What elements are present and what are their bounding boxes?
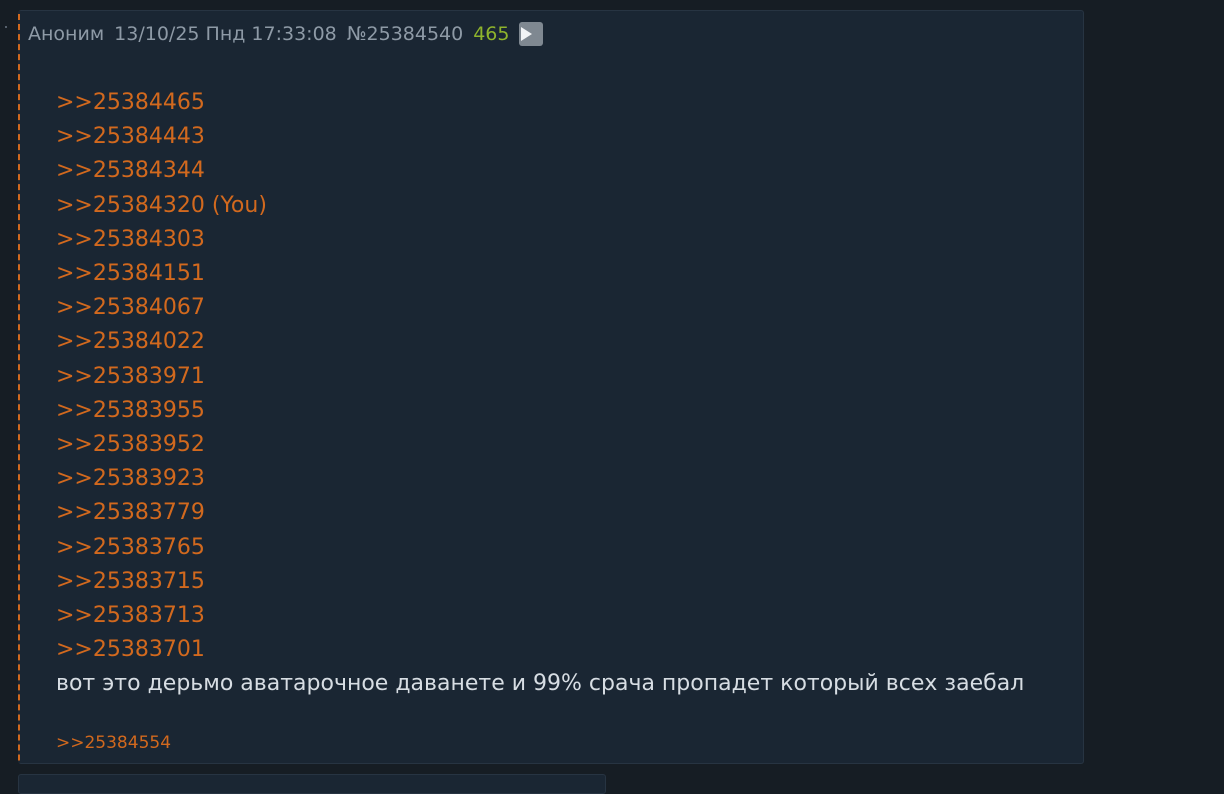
reply-link[interactable]: >>25384443 [56,120,267,154]
reply-link[interactable]: >>25383765 [56,531,267,565]
reply-link[interactable]: >>25383971 [56,360,267,394]
reply-link[interactable]: >>25383701 [56,633,267,667]
post-message: вот это дерьмо аватарочное даванете и 99… [56,671,1025,696]
next-post [18,774,606,794]
reply-link[interactable]: >>25384465 [56,86,267,120]
reply-link[interactable]: >>25383955 [56,394,267,428]
play-icon [520,27,533,41]
reply-link[interactable]: >>25384022 [56,325,267,359]
reply-link[interactable]: >>25384320 (You) [56,189,267,223]
reply-link[interactable]: >>25384303 [56,223,267,257]
post-header: Аноним 13/10/25 Пнд 17:33:08 №25384540 4… [28,21,544,47]
post-number[interactable]: №25384540 [347,23,463,45]
reply-links: >>25384465 >>25384443 >>25384344 >>25384… [56,86,267,667]
backlink[interactable]: >>25384554 [56,731,171,755]
post-marker-dot [5,26,7,28]
post: Аноним 13/10/25 Пнд 17:33:08 №25384540 4… [18,10,1084,764]
reply-link[interactable]: >>25383713 [56,599,267,633]
reply-link[interactable]: >>25383923 [56,462,267,496]
reply-link[interactable]: >>25384067 [56,291,267,325]
post-author: Аноним [28,23,105,45]
reply-link[interactable]: >>25384151 [56,257,267,291]
post-datetime: 13/10/25 Пнд 17:33:08 [114,23,337,45]
reply-link[interactable]: >>25383715 [56,565,267,599]
post-count: 465 [473,23,510,45]
reply-link[interactable]: >>25383779 [56,496,267,530]
play-button[interactable] [519,22,544,46]
reply-link[interactable]: >>25384344 [56,154,267,188]
reply-link[interactable]: >>25383952 [56,428,267,462]
